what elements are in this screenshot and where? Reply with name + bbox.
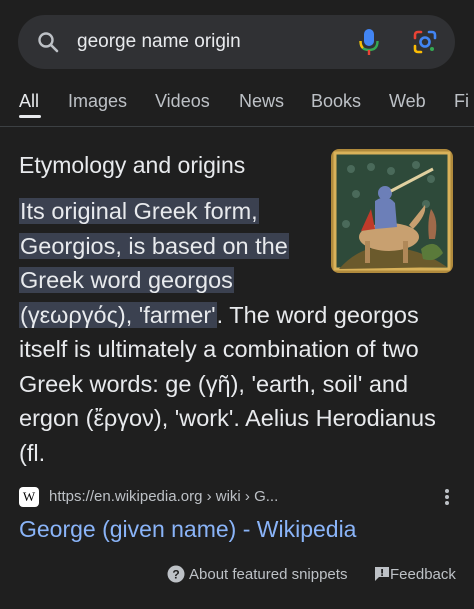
source-url[interactable]: https://en.wikipedia.org › wiki › G... xyxy=(49,488,278,505)
highlighted-text: (γεωργός), 'farmer' xyxy=(19,301,217,328)
result-source[interactable]: W https://en.wikipedia.org › wiki › G... xyxy=(19,486,459,508)
feedback-link[interactable]: Feedback xyxy=(390,566,456,583)
search-input[interactable]: george name origin xyxy=(77,30,241,54)
highlighted-text: Greek word georgos xyxy=(19,267,234,293)
tab-news[interactable]: News xyxy=(239,91,284,111)
wikipedia-favicon: W xyxy=(19,487,39,507)
about-featured-snippets-link[interactable]: About featured snippets xyxy=(189,566,347,583)
snippet-text: . The word georgos xyxy=(216,301,419,328)
snippet-text: Greek words: ge (γῆ), 'earth, soil' and xyxy=(19,370,409,397)
snippet-thumbnail[interactable] xyxy=(331,149,453,273)
snippet-heading: Etymology and origins xyxy=(19,152,246,178)
highlighted-text: Georgios, is based on the xyxy=(19,232,289,259)
snippet-text: itself is ultimately a combination of tw… xyxy=(19,336,419,362)
result-title-link[interactable]: George (given name) - Wikipedia xyxy=(19,514,356,544)
search-tabs: All Images Videos News Books Web Fi xyxy=(0,82,474,124)
tab-all[interactable]: All xyxy=(19,91,39,111)
tab-finance[interactable]: Fi xyxy=(454,91,469,111)
microphone-icon[interactable] xyxy=(358,28,380,56)
search-bar[interactable]: george name origin xyxy=(18,15,455,69)
medieval-illustration-image xyxy=(331,149,453,273)
snippet-footer: ? About featured snippets Feedback xyxy=(0,562,474,588)
highlighted-text: Its original Greek form, xyxy=(19,198,259,224)
snippet-text: ergon (ἔργον), 'work'. Aelius Herodianus xyxy=(19,405,436,431)
feedback-icon[interactable] xyxy=(373,565,391,583)
svg-text:?: ? xyxy=(172,568,179,582)
more-options-icon[interactable] xyxy=(444,488,450,506)
featured-snippet-text: Its original Greek form, Georgios, is ba… xyxy=(19,194,436,470)
search-icon[interactable] xyxy=(36,30,60,54)
tab-images[interactable]: Images xyxy=(68,91,127,111)
question-circle-icon[interactable]: ? xyxy=(167,565,185,583)
active-tab-indicator xyxy=(19,115,41,118)
snippet-text: (fl. xyxy=(19,439,46,466)
tab-web[interactable]: Web xyxy=(389,91,426,111)
tabs-divider xyxy=(0,126,474,127)
google-lens-icon[interactable] xyxy=(412,29,438,55)
tab-books[interactable]: Books xyxy=(311,91,361,111)
tab-videos[interactable]: Videos xyxy=(155,91,210,111)
